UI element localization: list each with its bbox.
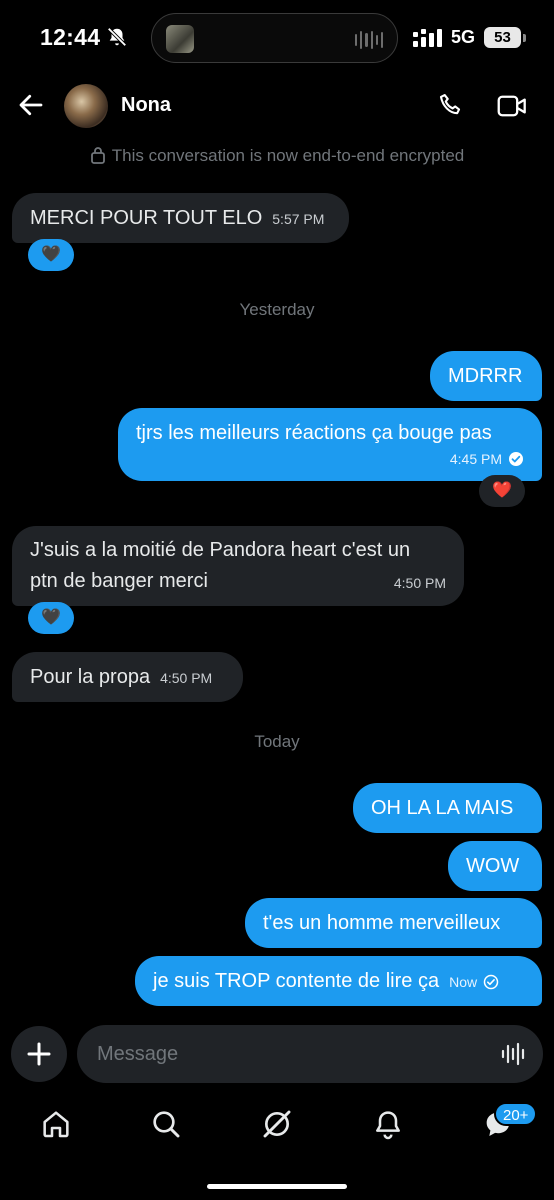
message-bubble-outgoing[interactable]: MDRRR [430,351,542,401]
message-text-line: J'suis a la moitié de Pandora heart c'es… [30,539,411,561]
message-bubble-outgoing[interactable]: je suis TROP contente de lire ça Now [135,956,542,1006]
messages-unread-badge: 20+ [494,1102,538,1126]
bell-off-icon [106,26,128,53]
message-bubble-incoming[interactable]: J'suis a la moitié de Pandora heart c'es… [12,526,464,606]
message-bubble-outgoing[interactable]: t'es un homme merveilleux [245,898,542,948]
message-bubble-outgoing[interactable]: tjrs les meilleurs réactions ça bouge pa… [118,408,542,481]
plus-icon [27,1042,51,1066]
message-text: WOW [466,855,520,877]
search-icon[interactable] [150,1108,182,1140]
home-indicator [207,1184,347,1189]
dynamic-island[interactable] [151,13,398,63]
home-icon[interactable] [40,1108,72,1140]
message-bubble-outgoing[interactable]: WOW [448,841,542,891]
now-playing-artwork [166,25,194,53]
read-check-icon [508,451,524,470]
sent-check-icon [483,969,499,999]
status-bar: 12:44 5G 53 [0,0,554,76]
message-timestamp: 4:45 PM [449,451,502,467]
message-bubble-incoming[interactable]: MERCI POUR TOUT ELO 5:57 PM [12,193,349,243]
battery-icon [523,34,526,42]
lock-icon [90,147,105,164]
reaction-badge[interactable]: 🖤 [28,602,74,634]
bottom-navigation [0,1096,554,1156]
voice-message-icon[interactable] [501,1042,527,1071]
message-text: tjrs les meilleurs réactions ça bouge pa… [136,422,492,444]
cellular-signal-icon [413,29,443,52]
message-timestamp: 5:57 PM [272,211,325,227]
back-arrow-icon[interactable] [16,90,46,120]
add-attachment-button[interactable] [11,1026,67,1082]
video-call-icon[interactable] [497,93,527,124]
message-composer[interactable] [77,1025,543,1083]
day-separator: Today [254,732,300,751]
conversation-header: Nona [0,76,554,138]
message-timestamp: 4:50 PM [393,575,446,591]
encryption-notice: This conversation is now end-to-end encr… [0,146,554,166]
contact-name[interactable]: Nona [121,94,171,117]
avatar[interactable] [64,84,108,128]
message-input[interactable] [97,1025,487,1083]
status-time: 12:44 [40,24,101,50]
encryption-notice-text: This conversation is now end-to-end encr… [111,146,465,165]
network-type: 5G [451,27,476,47]
battery-level: 53 [484,27,521,48]
message-text: MERCI POUR TOUT ELO [30,207,263,229]
audio-waveform-icon [355,31,384,49]
message-bubble-outgoing[interactable]: OH LA LA MAIS [353,783,542,833]
message-timestamp: 4:50 PM [160,670,213,686]
reaction-badge[interactable]: ❤️ [479,475,525,507]
message-timestamp: Now [449,974,478,990]
message-text: t'es un homme merveilleux [263,912,501,934]
message-bubble-incoming[interactable]: Pour la propa 4:50 PM [12,652,243,702]
phone-call-icon[interactable] [437,91,465,124]
message-text-line: ptn de banger merci [30,570,208,592]
notifications-bell-icon[interactable] [372,1108,404,1140]
day-separator: Yesterday [239,300,315,319]
message-text: Pour la propa [30,666,151,688]
grok-icon[interactable] [261,1108,293,1140]
reaction-badge[interactable]: 🖤 [28,239,74,271]
message-text: je suis TROP contente de lire ça [153,970,440,992]
message-text: MDRRR [448,365,523,387]
message-text: OH LA LA MAIS [371,797,514,819]
